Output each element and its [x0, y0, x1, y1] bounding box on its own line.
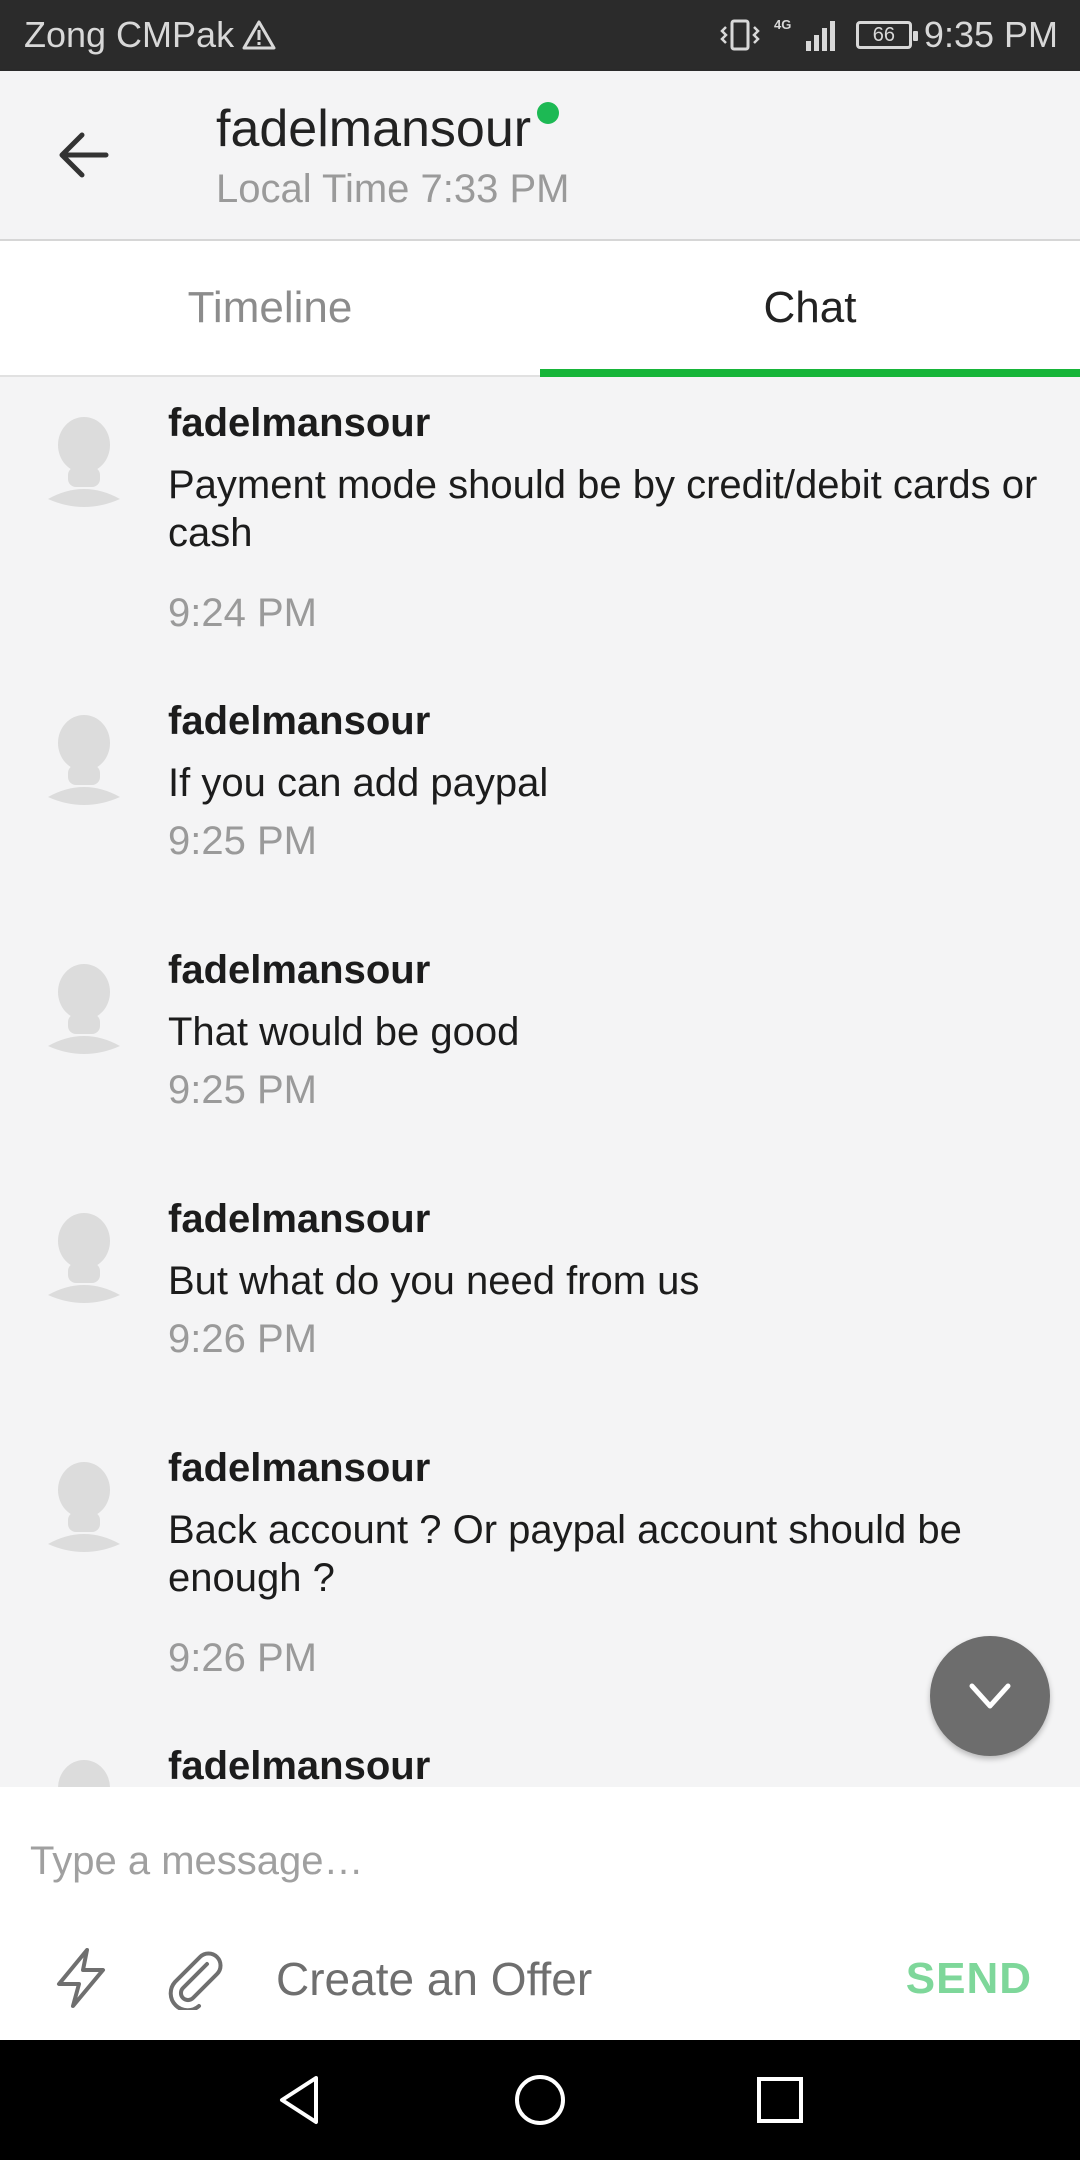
arrow-left-icon: [59, 132, 109, 178]
message-time: 9:25 PM: [168, 819, 317, 863]
tab-chat[interactable]: Chat: [540, 241, 1080, 377]
tab-label: Timeline: [187, 283, 353, 332]
triangle-back-icon: [280, 2076, 318, 2124]
signal-icon: 4G: [774, 17, 835, 51]
status-time: 9:35 PM: [923, 14, 1058, 55]
lightning-icon: [57, 1948, 105, 2008]
message-sender: fadelmansour: [168, 1744, 431, 1787]
message-text: If you can add paypal: [168, 761, 549, 805]
message-sender: fadelmansour: [168, 1197, 431, 1241]
scroll-to-bottom-button[interactable]: [930, 1636, 1050, 1756]
back-button[interactable]: [52, 123, 116, 187]
page-title: fadelmansour: [216, 100, 532, 158]
avatar: [48, 1462, 120, 1552]
nav-recents-button[interactable]: [744, 2064, 816, 2136]
circle-home-icon: [515, 2075, 565, 2125]
message-text: But what do you need from us: [168, 1259, 700, 1303]
message-time: 9:24 PM: [168, 591, 317, 635]
attach-button[interactable]: [160, 1943, 230, 2013]
tab-bar: Timeline Chat: [0, 241, 1080, 377]
avatar: [48, 715, 120, 805]
paperclip-icon: [168, 1951, 223, 2010]
contact-name[interactable]: fadelmansour: [216, 99, 560, 159]
message-composer: Create an Offer SEND: [0, 1787, 1080, 2040]
local-time: Local Time 7:33 PM: [216, 167, 570, 211]
avatar: [48, 417, 120, 507]
chevron-down-icon: [969, 1683, 1011, 1709]
avatar: [48, 1213, 120, 1303]
status-bar: Zong CMPak 4G 66 9:35 PM: [0, 0, 1080, 71]
nav-back-button[interactable]: [264, 2064, 336, 2136]
send-button[interactable]: SEND: [906, 1954, 1032, 2004]
message-sender: fadelmansour: [168, 401, 431, 445]
nav-home-button[interactable]: [504, 2064, 576, 2136]
carrier-name: Zong CMPak: [24, 14, 235, 55]
system-nav-bar: [0, 2040, 1080, 2160]
message-list[interactable]: fadelmansour Payment mode should be by c…: [0, 379, 1080, 1787]
tab-timeline[interactable]: Timeline: [0, 241, 540, 375]
warning-icon: [242, 20, 276, 50]
message-text: Payment mode should be by credit/debit c…: [168, 463, 1038, 555]
chat-header: fadelmansour Local Time 7:33 PM: [0, 71, 1080, 241]
message-sender: fadelmansour: [168, 1446, 431, 1490]
message-time: 9:26 PM: [168, 1636, 317, 1680]
battery-icon: 66: [855, 21, 918, 49]
quick-replies-button[interactable]: [46, 1943, 116, 2013]
avatar: [48, 964, 120, 1054]
message-text: That would be good: [168, 1010, 520, 1054]
carrier-info: Zong CMPak: [24, 14, 276, 56]
message-time: 9:25 PM: [168, 1068, 317, 1112]
battery-level: 66: [872, 23, 896, 46]
message-input[interactable]: [30, 1831, 1030, 1891]
vibrate-icon: [720, 19, 760, 51]
network-type: 4G: [774, 17, 791, 32]
online-status-dot: [537, 102, 560, 124]
avatar: [58, 1760, 110, 1787]
message-text: Back account ? Or paypal account should …: [168, 1508, 962, 1600]
message-sender: fadelmansour: [168, 948, 431, 992]
square-recents-icon: [757, 2077, 803, 2123]
tab-label: Chat: [763, 283, 857, 332]
message-time: 9:26 PM: [168, 1317, 317, 1361]
chat-screen: Zong CMPak 4G 66 9:35 PM fadelmansour Lo…: [0, 0, 1080, 2160]
message-sender: fadelmansour: [168, 699, 431, 743]
create-offer-button[interactable]: Create an Offer: [276, 1952, 592, 2006]
status-icons: 4G 66 9:35 PM: [718, 10, 1058, 60]
